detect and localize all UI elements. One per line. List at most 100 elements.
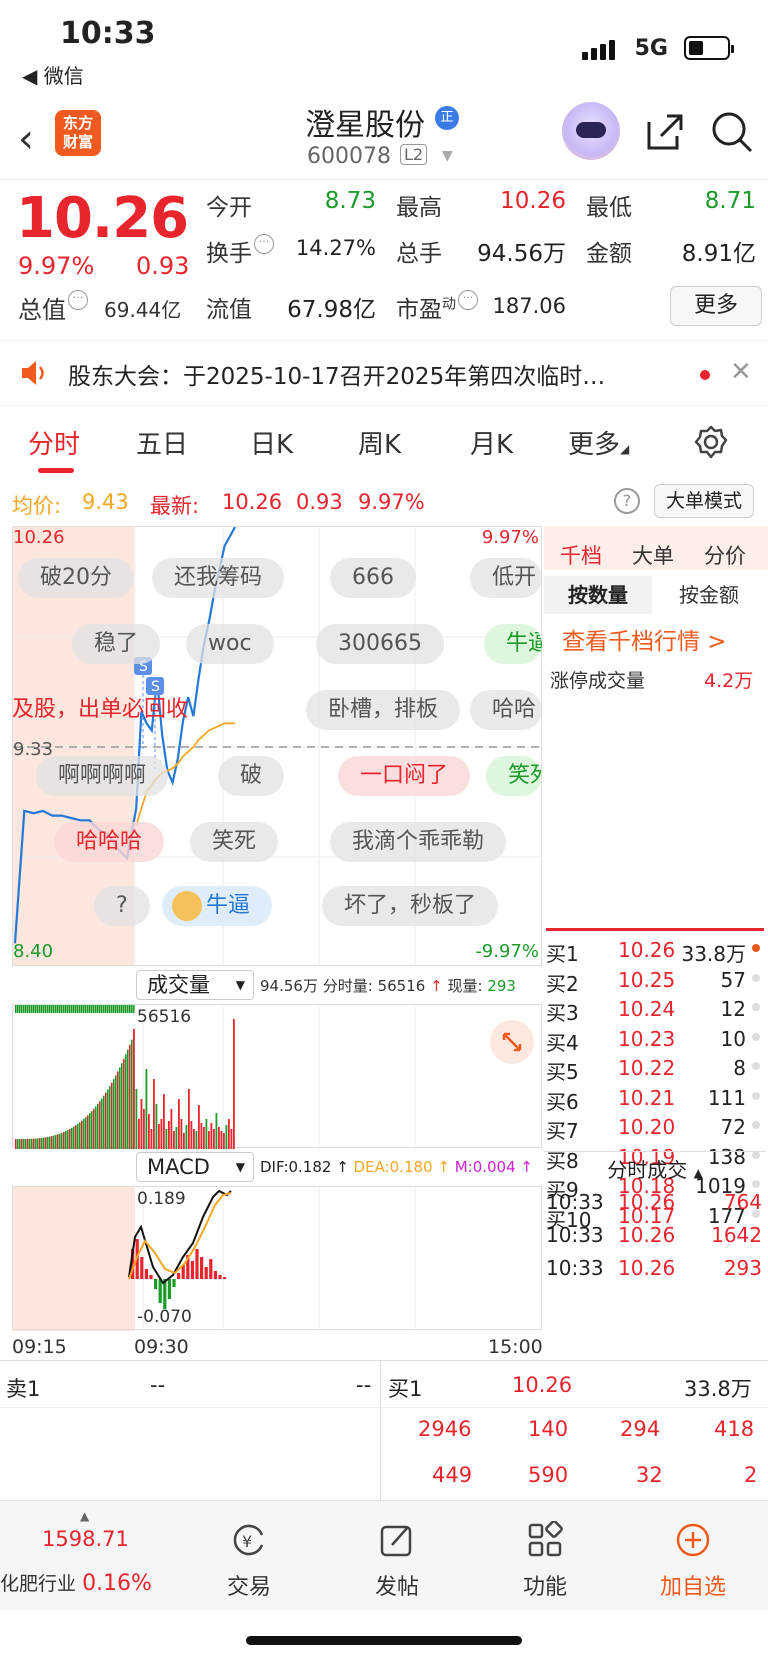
- danmu-comment[interactable]: 666: [330, 558, 416, 598]
- danmu-comment[interactable]: 笑死: [486, 756, 542, 796]
- tab-daily-k[interactable]: 日K: [250, 424, 293, 461]
- volume-bar: [19, 1005, 21, 1013]
- macd-bar: [154, 1279, 158, 1289]
- volume-bar: [57, 1005, 59, 1013]
- volume-bar: [95, 1005, 97, 1013]
- tab-intraday[interactable]: 分时: [28, 424, 80, 461]
- chart-tabs: 分时 五日 日K 周K 月K 更多◢: [0, 412, 768, 480]
- subtab-by-amount[interactable]: 按金额: [654, 576, 764, 614]
- close-icon[interactable]: ✕: [730, 357, 752, 387]
- clock: 10:33: [60, 16, 156, 51]
- volume-bar: [135, 1089, 138, 1149]
- bid-dot: [752, 1121, 760, 1129]
- volume-bar: [103, 1095, 105, 1149]
- danmu-comment[interactable]: 哈哈: [470, 690, 542, 730]
- volume-bar: [129, 1044, 131, 1149]
- back-icon[interactable]: ‹: [18, 116, 34, 162]
- chevron-down-icon[interactable]: ▼: [442, 148, 453, 164]
- expand-icon[interactable]: [490, 1020, 534, 1064]
- tab-thousand-level[interactable]: 千档: [560, 540, 602, 570]
- view-thousand-level-link[interactable]: 查看千档行情 >: [562, 622, 727, 656]
- buy1-label: 买1: [388, 1377, 423, 1401]
- bid-row[interactable]: 买1 10.26 33.8万: [544, 938, 764, 967]
- tab-more[interactable]: 更多◢: [568, 424, 629, 461]
- danmu-comment[interactable]: 及股，出单必回收: [12, 690, 188, 730]
- more-button[interactable]: 更多: [670, 286, 762, 326]
- bid-qty: 111: [707, 1085, 746, 1110]
- bid-row[interactable]: 买6 10.21 111: [544, 1086, 764, 1115]
- turnover-label: 换手 ···: [206, 234, 274, 268]
- plus-circle-icon: [676, 1523, 710, 1557]
- volume-bar: [113, 1005, 115, 1013]
- volume-bar: [99, 1005, 101, 1013]
- danmu-comment[interactable]: 我滴个乖乖勒: [330, 822, 507, 862]
- stock-code[interactable]: 600078: [307, 144, 391, 169]
- danmu-comment[interactable]: 还我筹码: [152, 558, 285, 598]
- volume-bar: [131, 1039, 133, 1149]
- svg-text:¥: ¥: [242, 1532, 252, 1551]
- bid-price: 10.20: [618, 1115, 676, 1139]
- danmu-comment[interactable]: 低开: [470, 558, 542, 598]
- bid-row[interactable]: 买4 10.23 10: [544, 1027, 764, 1056]
- bid-row[interactable]: 买7 10.20 72: [544, 1115, 764, 1144]
- order-qty: 590: [528, 1463, 569, 1487]
- volume-bar: [75, 1125, 77, 1149]
- danmu-comment[interactable]: 牛逼: [484, 624, 542, 664]
- tab-monthly-k[interactable]: 月K: [470, 424, 513, 461]
- macd-chart[interactable]: 0.189 -0.070: [12, 1186, 542, 1331]
- danmu-comment[interactable]: 笑死: [190, 822, 279, 862]
- tab-price-distribution[interactable]: 分价: [704, 540, 746, 570]
- danmu-comment[interactable]: 坏了，秒板了: [322, 886, 499, 926]
- volume-bar: [127, 1049, 129, 1149]
- danmu-comment[interactable]: woc: [186, 624, 274, 664]
- back-to-app-link[interactable]: ◀ 微信: [22, 60, 84, 89]
- big-order-mode-button[interactable]: 大单模式: [654, 484, 754, 518]
- notice-bar[interactable]: 股东大会：于2025-10-17召开2025年第四次临时… ✕: [0, 340, 768, 406]
- bid-row[interactable]: 买3 10.24 12: [544, 997, 764, 1026]
- danmu-comment[interactable]: 300665: [316, 624, 444, 664]
- danmu-comment[interactable]: 啊啊啊啊: [36, 756, 169, 796]
- search-icon[interactable]: [710, 110, 754, 154]
- volume-indicator-select[interactable]: 成交量 ▼: [136, 970, 254, 1000]
- tab-weekly-k[interactable]: 周K: [358, 424, 401, 461]
- macd-bar: [140, 1257, 144, 1279]
- danmu-comment[interactable]: 牛逼: [162, 886, 273, 926]
- danmu-comment[interactable]: 哈哈哈: [54, 822, 165, 862]
- danmu-comment[interactable]: 卧槽，排板: [306, 690, 461, 730]
- nav-trade[interactable]: ¥ 交易: [174, 1501, 324, 1611]
- ai-assistant-avatar[interactable]: [562, 102, 620, 160]
- bid-row[interactable]: 买2 10.25 57: [544, 968, 764, 997]
- volume-bar: [183, 1133, 185, 1149]
- industry-index-button[interactable]: ▲ 1598.71 化肥行业 0.16%: [0, 1501, 152, 1611]
- volume-chart[interactable]: 56516: [12, 1004, 542, 1149]
- danmu-comment[interactable]: 破: [218, 756, 285, 796]
- nav-post[interactable]: 发帖: [322, 1501, 472, 1611]
- danmu-comment[interactable]: 破20分: [18, 558, 134, 598]
- danmu-comment[interactable]: 稳了: [72, 624, 161, 664]
- help-icon[interactable]: ?: [614, 488, 640, 514]
- nav-add-watchlist[interactable]: 加自选: [618, 1501, 768, 1611]
- bid-row[interactable]: 买5 10.22 8: [544, 1056, 764, 1085]
- ticks-title[interactable]: 分时成交 ▲: [544, 1151, 766, 1187]
- tick-row: 10:33 10.26 293: [546, 1256, 766, 1290]
- subtab-by-quantity[interactable]: 按数量: [544, 576, 652, 614]
- pct-bottom-label: -9.97%: [475, 941, 539, 962]
- volume-bar: [143, 1109, 145, 1149]
- volume-bar: [19, 1138, 21, 1149]
- tab-big-order[interactable]: 大单: [632, 540, 674, 570]
- danmu-comment[interactable]: 一口闷了: [338, 756, 471, 796]
- volume-bar: [21, 1138, 23, 1149]
- share-icon[interactable]: [645, 112, 685, 152]
- gear-icon[interactable]: [693, 424, 729, 460]
- level2-badge[interactable]: L2: [400, 144, 428, 165]
- macd-indicator-select[interactable]: MACD ▼: [136, 1152, 254, 1182]
- volume-bar: [15, 1005, 17, 1013]
- volume-bar: [121, 1005, 123, 1013]
- latest-change: 0.93: [296, 490, 343, 514]
- tick-qty: 1642: [711, 1223, 762, 1247]
- change-percent: 9.97%: [18, 252, 95, 280]
- avg-label: 均价:: [12, 494, 62, 518]
- danmu-comment[interactable]: ?: [94, 886, 150, 926]
- nav-functions[interactable]: 功能: [470, 1501, 620, 1611]
- tab-five-day[interactable]: 五日: [136, 424, 188, 461]
